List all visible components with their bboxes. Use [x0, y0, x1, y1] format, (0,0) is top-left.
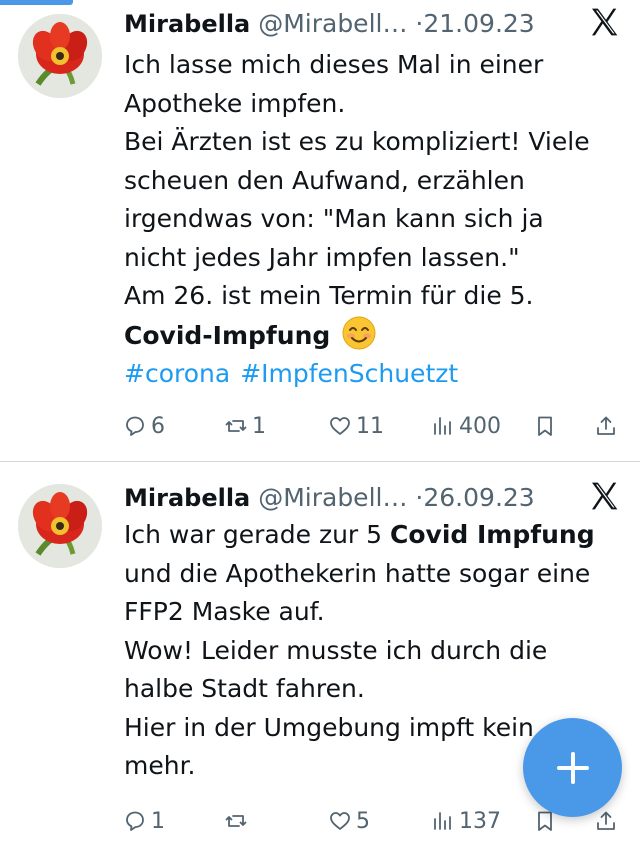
hashtag-link[interactable]: #ImpfenSchuetzt	[240, 359, 458, 388]
like-icon	[330, 417, 350, 435]
text-line: Am 26. ist mein Termin für die 5.	[124, 281, 534, 310]
hashtags: #corona #ImpfenSchuetzt	[124, 355, 619, 394]
text-line: Ich war gerade zur 5 Covid Impfung	[124, 516, 619, 555]
text-fragment: Ich war gerade zur 5	[124, 520, 390, 549]
bookmark-icon	[538, 416, 552, 436]
reply-icon	[126, 416, 144, 436]
text-line: Wow! Leider musste ich durch die	[124, 635, 548, 665]
text-line: halbe Stadt fahren.	[124, 674, 365, 703]
avatar[interactable]	[18, 484, 102, 568]
text-line: Ich lasse mich dieses Mal in einer	[124, 50, 544, 79]
like-count: 5	[356, 808, 370, 834]
share-icon	[597, 416, 615, 435]
repost-icon	[225, 815, 247, 827]
display-name[interactable]: Mirabella	[124, 484, 250, 512]
reply-count: 1	[151, 808, 165, 834]
avatar[interactable]	[18, 14, 102, 98]
reply-count: 6	[151, 413, 165, 439]
tweet[interactable]: Mirabella @Mirabell… ·21.09.23 Ich lasse…	[0, 0, 640, 462]
hashtag-link[interactable]: #corona	[124, 359, 230, 388]
action-bar: 6 1 11 400	[0, 406, 640, 446]
repost-icon	[225, 420, 247, 432]
handle[interactable]: @Mirabell…	[258, 483, 407, 512]
view-count: 137	[459, 808, 501, 834]
x-logo-icon[interactable]	[588, 480, 620, 512]
text-line: Covid-Impfung	[124, 316, 619, 356]
handle[interactable]: @Mirabell…	[258, 9, 407, 38]
like-count: 11	[356, 413, 384, 439]
smiling-face-emoji	[342, 316, 376, 349]
views-icon	[434, 812, 451, 830]
display-name[interactable]: Mirabella	[124, 10, 250, 38]
reply-button[interactable]: 6	[123, 406, 165, 446]
compose-button[interactable]	[523, 718, 622, 817]
repost-button[interactable]	[224, 801, 252, 841]
x-logo-icon[interactable]	[588, 6, 620, 38]
bold-phrase: Covid Impfung	[390, 520, 595, 549]
text-line: FFP2 Maske auf.	[124, 597, 325, 626]
tweet-header: Mirabella @Mirabell… ·21.09.23	[124, 6, 640, 42]
text-line: nicht jedes Jahr impfen lassen."	[124, 242, 520, 272]
like-icon	[330, 812, 350, 830]
repost-button[interactable]: 1	[224, 406, 266, 446]
bookmark-button[interactable]	[533, 406, 557, 446]
like-button[interactable]: 5	[328, 801, 370, 841]
text-line: und die Apothekerin hatte sogar eine	[124, 558, 591, 588]
text-line: scheuen den Aufwand, erzählen	[124, 165, 525, 195]
text-line: Bei Ärzten ist es zu kompliziert! Viele	[124, 127, 590, 156]
plus-icon	[556, 751, 589, 784]
share-button[interactable]	[594, 406, 618, 446]
text-line: irgendwas von: "Man kann sich ja	[124, 204, 544, 233]
view-count: 400	[459, 413, 501, 439]
share-icon	[597, 811, 615, 830]
views-icon	[434, 417, 451, 435]
reply-icon	[126, 811, 144, 831]
tweet-header: Mirabella @Mirabell… ·26.09.23	[124, 480, 640, 516]
text-line: Apotheke impfen.	[124, 88, 346, 118]
repost-count: 1	[252, 413, 266, 439]
views-button[interactable]: 400	[431, 406, 501, 446]
timestamp[interactable]: 21.09.23	[423, 9, 534, 38]
bold-phrase: Covid-Impfung	[124, 320, 331, 350]
like-button[interactable]: 11	[328, 406, 384, 446]
tweet-text: Ich lasse mich dieses Mal in einer Apoth…	[124, 46, 619, 394]
views-button[interactable]: 137	[431, 801, 501, 841]
reply-button[interactable]: 1	[123, 801, 165, 841]
timestamp[interactable]: 26.09.23	[423, 483, 534, 512]
